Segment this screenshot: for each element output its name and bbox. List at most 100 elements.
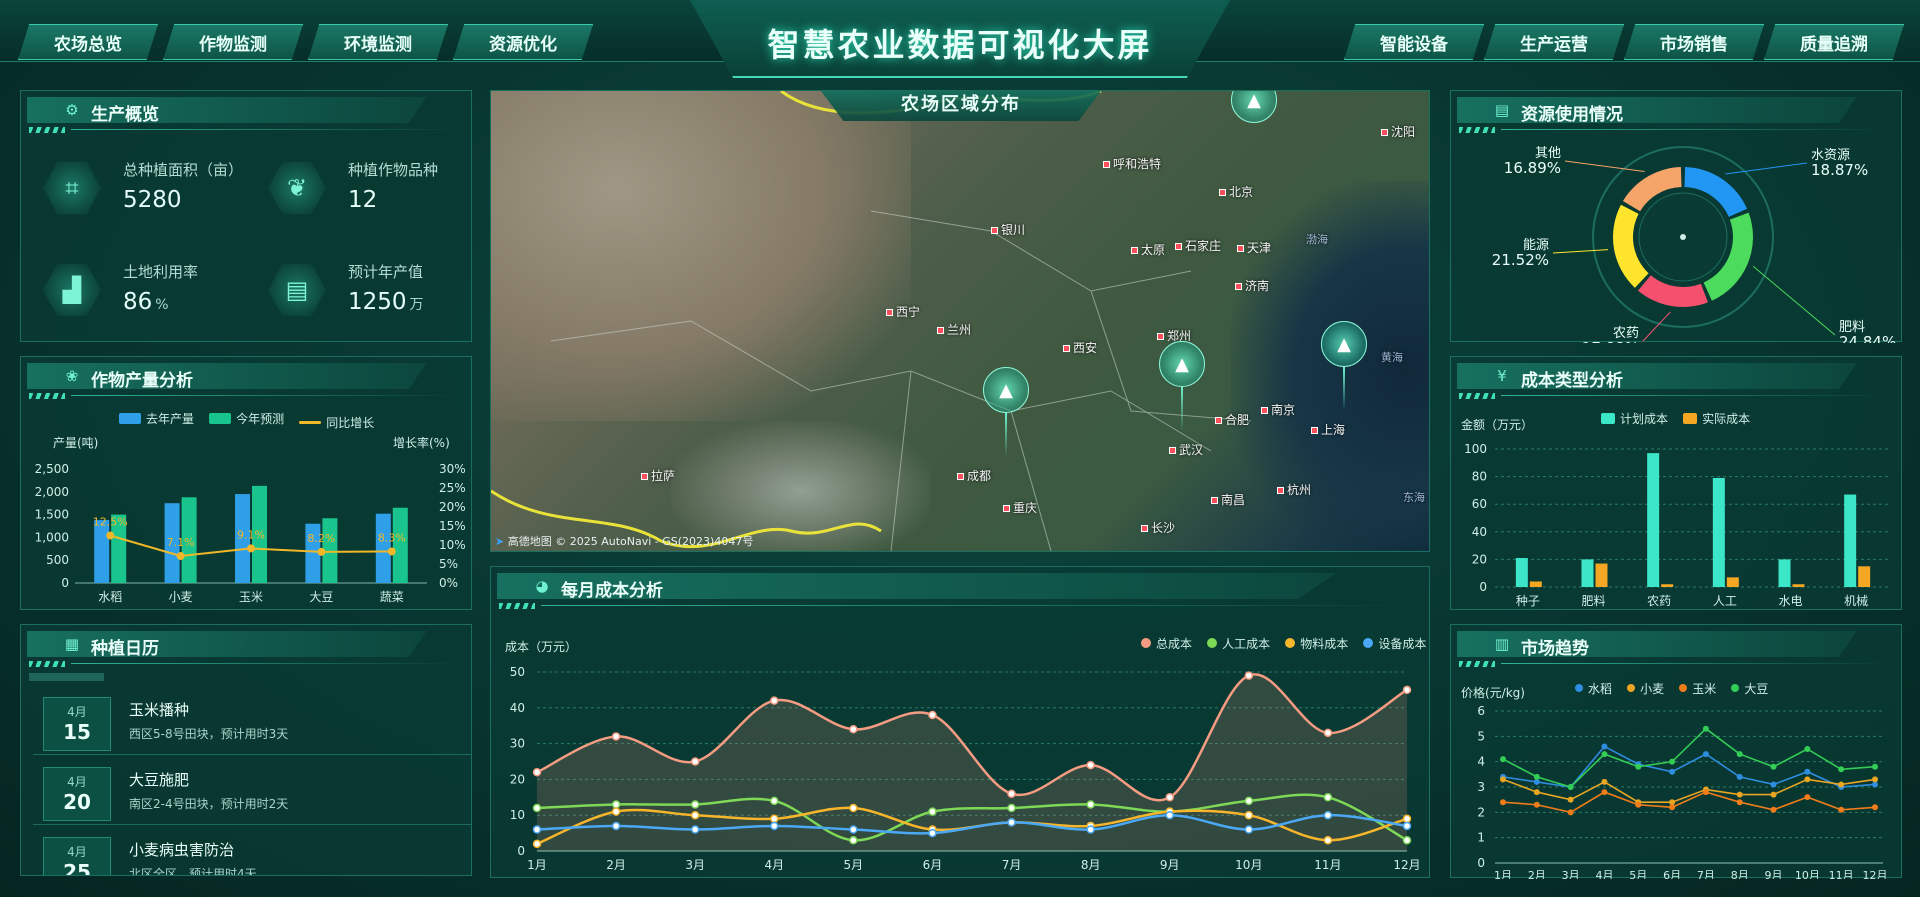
nav-resource-opt[interactable]: 资源优化: [453, 24, 593, 60]
series-point: [1500, 799, 1506, 806]
nav-crop-monitor[interactable]: 作物监测: [163, 24, 303, 60]
series-point: [1007, 818, 1016, 827]
city-label[interactable]: 石家庄: [1175, 237, 1221, 254]
grid-icon: ⌗: [43, 161, 101, 215]
nav-smart-device[interactable]: 智能设备: [1344, 24, 1484, 60]
series-point: [849, 803, 858, 813]
x-tick-label: 12月: [1393, 858, 1420, 872]
scroll-indicator: [29, 673, 104, 681]
nav-env-monitor[interactable]: 环境监测: [308, 24, 448, 60]
x-tick-label: 肥料: [1581, 594, 1605, 608]
calendar-item[interactable]: 4月 15 玉米播种 西区5-8号田块，预计用时3天: [33, 689, 471, 755]
city-label[interactable]: 呼和浩特: [1103, 155, 1161, 172]
crop-icon: ❀: [65, 367, 79, 385]
series-point: [1872, 804, 1878, 811]
donut-slice-value: 18.87%: [1811, 161, 1868, 179]
city-label[interactable]: 合肥: [1215, 411, 1249, 428]
city-label[interactable]: 北京: [1219, 183, 1253, 200]
x-tick-label: 1月: [1494, 869, 1512, 879]
calendar-item[interactable]: 4月 20 大豆施肥 南区2-4号田块，预计用时2天: [33, 759, 471, 825]
nav-farm-overview[interactable]: 农场总览: [18, 24, 158, 60]
series-point: [849, 725, 858, 734]
panel-header: ❀ 作物产量分析: [21, 357, 471, 399]
kpi-number: 5280: [123, 187, 182, 213]
kpi-label: 预计年产值: [348, 263, 424, 281]
legend-item[interactable]: 今年预测: [209, 410, 284, 427]
x-tick-label: 4月: [764, 858, 784, 872]
farm-pin-icon[interactable]: ▲: [1321, 321, 1367, 367]
series-point: [1804, 746, 1811, 752]
x-tick-label: 3月: [1562, 869, 1580, 879]
city-label[interactable]: 重庆: [1003, 499, 1037, 516]
nav-production[interactable]: 生产运营: [1484, 24, 1624, 60]
series-point: [1007, 789, 1016, 798]
city-label[interactable]: 长沙: [1141, 519, 1175, 536]
x-tick-label: 玉米: [239, 590, 263, 604]
city-label[interactable]: 兰州: [937, 321, 971, 338]
series-point: [1500, 776, 1506, 783]
series-point: [1872, 763, 1878, 770]
y-tick-label: 0: [1479, 580, 1487, 594]
farm-pin-icon[interactable]: ▲: [1159, 341, 1205, 387]
city-label[interactable]: 上海: [1311, 421, 1345, 438]
city-label[interactable]: 成都: [957, 467, 991, 484]
bar: [1595, 563, 1608, 587]
y-tick-label: 1,500: [35, 508, 69, 522]
city-label[interactable]: 天津: [1237, 239, 1271, 256]
donut-slice-value: 21.52%: [1492, 251, 1549, 269]
city-label[interactable]: 银川: [991, 221, 1025, 238]
x-tick-label: 10月: [1235, 858, 1262, 872]
calendar-task-title: 玉米播种: [129, 701, 190, 719]
kpi-number: 12: [348, 187, 378, 213]
series-point: [1323, 728, 1333, 738]
donut-slice-value: 17.88%: [1582, 339, 1639, 343]
series-point: [1601, 789, 1608, 796]
y-tick-label: 15%: [439, 519, 466, 533]
calendar-item[interactable]: 4月 25 小麦病虫害防治 北区全区，预计用时4天: [33, 829, 471, 876]
y-tick-label: 0: [61, 576, 69, 590]
y-tick-label: 0%: [439, 576, 458, 590]
y-tick-label: 5: [1477, 729, 1485, 743]
farm-map[interactable]: 农场区域分布 呼和浩特 北京 天津 沈阳 银川 太原 石家庄 济南 西宁 兰州 …: [490, 90, 1430, 552]
city-label[interactable]: 西安: [1063, 339, 1097, 356]
donut-leader-line: [1552, 249, 1609, 254]
nav-market-sales[interactable]: 市场销售: [1624, 24, 1764, 60]
city-label[interactable]: 拉萨: [641, 467, 675, 484]
series-point: [849, 825, 858, 834]
series-point: [1533, 789, 1540, 796]
city-label[interactable]: 济南: [1235, 277, 1269, 294]
growth-point: [317, 547, 326, 556]
series-point: [1500, 756, 1506, 763]
series-point: [532, 825, 542, 834]
city-label[interactable]: 南昌: [1211, 491, 1245, 508]
kpi-crop-varieties: ❦ 种植作物品种 12: [258, 149, 458, 229]
x-tick-label: 5月: [844, 858, 864, 872]
city-label[interactable]: 沈阳: [1381, 123, 1415, 140]
x-tick-label: 2月: [1528, 869, 1546, 879]
panel-title: 成本类型分析: [1521, 371, 1623, 391]
bar: [1844, 494, 1857, 587]
x-tick-label: 人工: [1713, 594, 1737, 608]
y-tick-label: 4: [1477, 755, 1485, 769]
city-label[interactable]: 武汉: [1169, 441, 1203, 458]
series-point: [928, 710, 937, 720]
city-label[interactable]: 西宁: [886, 303, 920, 320]
series-point: [770, 696, 779, 705]
bar: [94, 520, 110, 583]
x-tick-label: 8月: [1731, 869, 1749, 879]
bar: [1581, 559, 1594, 587]
sea-label: 黄海: [1381, 351, 1403, 364]
series-point: [1635, 763, 1642, 770]
panel-header: ▤ 资源使用情况: [1451, 91, 1901, 133]
farm-pin-icon[interactable]: ▲: [983, 367, 1029, 413]
series-point: [1702, 725, 1709, 732]
series-point: [1601, 778, 1608, 785]
nav-quality-trace[interactable]: 质量追溯: [1764, 24, 1904, 60]
city-label[interactable]: 南京: [1261, 401, 1295, 418]
legend-item[interactable]: 去年产量: [119, 410, 194, 427]
city-label[interactable]: 太原: [1131, 241, 1165, 258]
database-icon: ▤: [1494, 101, 1510, 119]
calendar-task-desc: 北区全区，预计用时4天: [129, 867, 257, 876]
city-label[interactable]: 杭州: [1277, 481, 1311, 498]
x-tick-label: 农药: [1647, 594, 1671, 608]
